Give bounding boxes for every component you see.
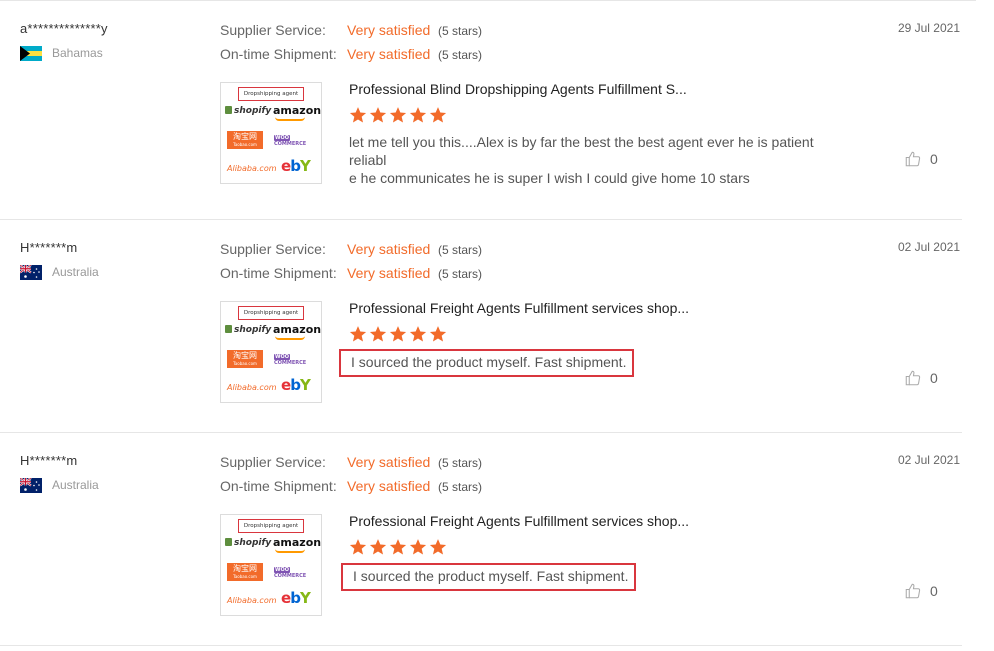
amazon-smile-icon (275, 117, 305, 121)
star-icon (409, 326, 427, 342)
shipment-label: On-time Shipment: (220, 265, 337, 281)
amazon-smile-icon (275, 549, 305, 553)
review-item: H*******m Australia Supplier Service: Ve… (0, 432, 962, 646)
taobao-logo: 淘宝网 Taobao.com (227, 350, 263, 368)
buyer-country: Australia (52, 265, 99, 279)
review-date: 02 Jul 2021 (897, 453, 960, 467)
like-count: 0 (930, 370, 938, 386)
star-icon (389, 326, 407, 342)
ebay-logo: ebY (281, 157, 311, 175)
buyer-country: Australia (52, 478, 99, 492)
thumbs-up-icon (905, 583, 921, 599)
review-divider (0, 432, 962, 433)
shopify-logo: shopify (225, 106, 271, 116)
product-thumbnail[interactable]: Dropshipping agent shopify amazon 淘宝网 Tao… (220, 514, 322, 616)
amazon-logo: amazon (273, 104, 322, 117)
star-icon (369, 539, 387, 555)
supplier-service-stars: (5 stars) (438, 243, 483, 257)
star-rating (349, 325, 447, 345)
agent-label: Dropshipping agent (238, 87, 304, 101)
supplier-service-stars: (5 stars) (438, 24, 483, 38)
like-count: 0 (930, 151, 938, 167)
woocommerce-logo: WOO COMMERCE (274, 567, 307, 579)
taobao-logo: 淘宝网 Taobao.com (227, 131, 263, 149)
supplier-service-label: Supplier Service: (220, 241, 326, 257)
star-icon (349, 326, 367, 342)
agent-label: Dropshipping agent (238, 306, 304, 320)
thumbs-up-icon (905, 370, 921, 386)
shipment-stars: (5 stars) (438, 480, 483, 494)
shipment-stars: (5 stars) (438, 48, 483, 62)
review-comment: I sourced the product myself. Fast shipm… (339, 349, 635, 377)
alibaba-logo: Alibaba.com (227, 164, 277, 173)
shopify-logo: shopify (225, 538, 271, 548)
buyer-country: Bahamas (52, 46, 103, 60)
supplier-service-stars: (5 stars) (438, 456, 483, 470)
star-rating (349, 538, 447, 558)
shipment-label: On-time Shipment: (220, 46, 337, 62)
woocommerce-logo: WOO COMMERCE (274, 354, 307, 366)
supplier-service-label: Supplier Service: (220, 454, 326, 470)
ebay-logo: ebY (281, 589, 311, 607)
like-button[interactable]: 0 (904, 150, 938, 168)
bahamas-flag-icon (20, 46, 42, 61)
buyer-name: a**************y (20, 21, 108, 36)
alibaba-logo: Alibaba.com (227, 383, 277, 392)
shipment-rating: Very satisfied (347, 478, 431, 494)
alibaba-logo: Alibaba.com (227, 596, 277, 605)
review-date: 29 Jul 2021 (897, 21, 960, 35)
review-divider (0, 219, 962, 220)
supplier-service-rating: Very satisfied (347, 454, 431, 470)
product-title-link[interactable]: Professional Freight Agents Fulfillment … (349, 300, 689, 316)
buyer-name: H*******m (20, 453, 78, 468)
star-icon (369, 107, 387, 123)
like-button[interactable]: 0 (904, 582, 938, 600)
star-icon (429, 107, 447, 123)
woocommerce-logo: WOO COMMERCE (274, 135, 307, 147)
australia-flag-icon (20, 265, 42, 280)
review-comment: I sourced the product myself. Fast shipm… (341, 563, 637, 591)
taobao-logo: 淘宝网 Taobao.com (227, 563, 263, 581)
shopify-logo: shopify (225, 325, 271, 335)
star-icon (369, 326, 387, 342)
agent-label: Dropshipping agent (238, 519, 304, 533)
star-icon (409, 107, 427, 123)
bottom-divider (0, 645, 962, 646)
star-icon (389, 539, 407, 555)
like-button[interactable]: 0 (904, 369, 938, 387)
review-item: a**************y Bahamas Supplier Servic… (0, 0, 962, 214)
review-comment: let me tell you this....Alex is by far t… (349, 134, 814, 186)
star-icon (429, 539, 447, 555)
star-icon (389, 107, 407, 123)
ebay-logo: ebY (281, 376, 311, 394)
amazon-smile-icon (275, 336, 305, 340)
australia-flag-icon (20, 478, 42, 493)
product-thumbnail[interactable]: Dropshipping agent shopify amazon 淘宝网 Tao… (220, 82, 322, 184)
shipment-stars: (5 stars) (438, 267, 483, 281)
supplier-service-rating: Very satisfied (347, 241, 431, 257)
thumbs-up-icon (905, 151, 921, 167)
product-title-link[interactable]: Professional Freight Agents Fulfillment … (349, 513, 689, 529)
shipment-rating: Very satisfied (347, 265, 431, 281)
like-count: 0 (930, 583, 938, 599)
amazon-logo: amazon (273, 536, 322, 549)
supplier-service-rating: Very satisfied (347, 22, 431, 38)
amazon-logo: amazon (273, 323, 322, 336)
star-icon (409, 539, 427, 555)
shipment-rating: Very satisfied (347, 46, 431, 62)
product-thumbnail[interactable]: Dropshipping agent shopify amazon 淘宝网 Tao… (220, 301, 322, 403)
star-rating (349, 106, 447, 126)
star-icon (429, 326, 447, 342)
buyer-name: H*******m (20, 240, 78, 255)
review-date: 02 Jul 2021 (897, 240, 960, 254)
product-title-link[interactable]: Professional Blind Dropshipping Agents F… (349, 81, 687, 97)
star-icon (349, 539, 367, 555)
shipment-label: On-time Shipment: (220, 478, 337, 494)
supplier-service-label: Supplier Service: (220, 22, 326, 38)
star-icon (349, 107, 367, 123)
review-item: H*******m Australia Supplier Service: Ve… (0, 219, 962, 433)
